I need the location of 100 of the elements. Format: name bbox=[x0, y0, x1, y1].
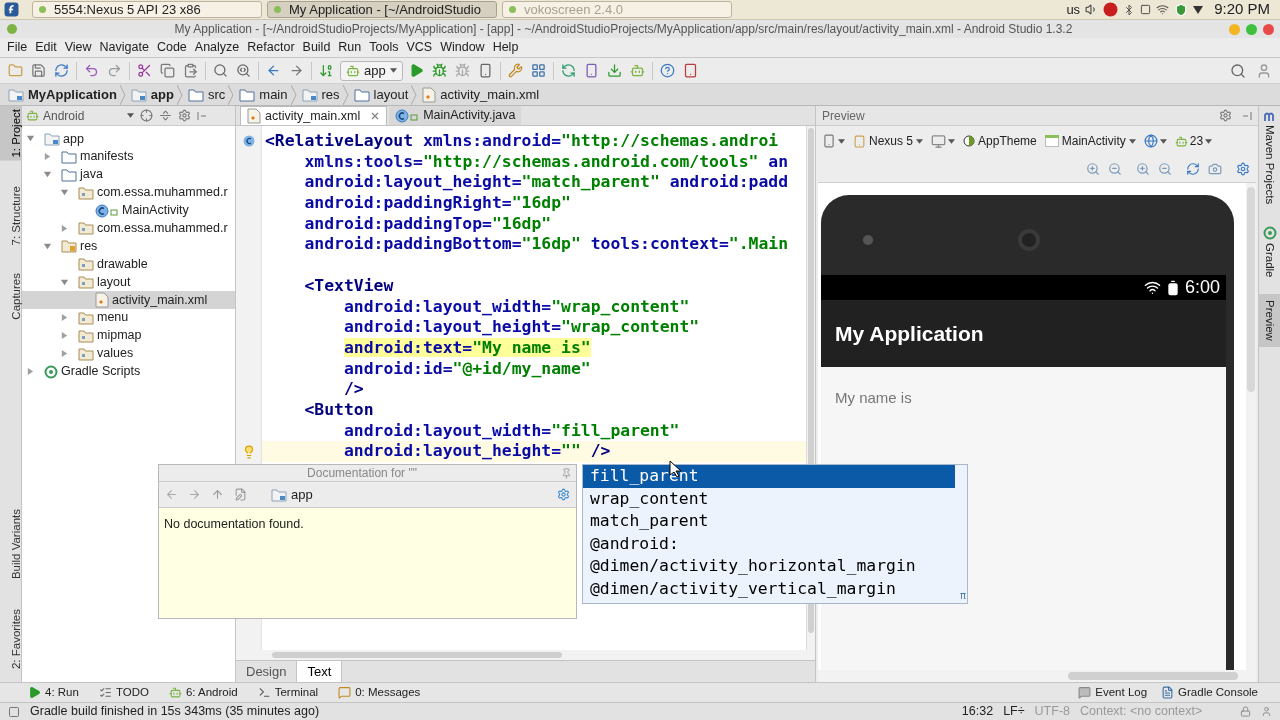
editor-mode-tab[interactable]: Text bbox=[296, 661, 343, 682]
hide-panel-icon[interactable] bbox=[1242, 110, 1252, 121]
settings-icon[interactable] bbox=[178, 109, 191, 122]
inspector-icon[interactable] bbox=[1261, 706, 1272, 717]
theme-button[interactable]: AppTheme bbox=[963, 132, 1037, 150]
bug-icon[interactable] bbox=[454, 63, 470, 78]
locale-button[interactable] bbox=[1143, 134, 1167, 148]
zoom-in-icon[interactable] bbox=[1136, 162, 1150, 176]
menu-bar-entry[interactable]: File bbox=[3, 38, 32, 57]
tool-window-tab[interactable]: Build Variants bbox=[0, 505, 21, 582]
menu-bar-entry[interactable]: Window bbox=[436, 38, 489, 57]
android-icon[interactable] bbox=[629, 63, 645, 78]
search-icon[interactable] bbox=[1230, 62, 1246, 79]
sync-icon[interactable] bbox=[560, 63, 576, 78]
menu-bar-entry[interactable]: Navigate bbox=[95, 38, 153, 57]
fedora-logo-icon[interactable] bbox=[4, 2, 19, 17]
caret-position[interactable]: 16:32 bbox=[961, 702, 994, 720]
completion-item[interactable]: fill_parent bbox=[583, 465, 955, 488]
phone-icon[interactable] bbox=[583, 63, 599, 78]
taskbar-window-button[interactable]: My Application - [~/AndroidStudio bbox=[267, 1, 497, 18]
tablet-icon[interactable] bbox=[682, 63, 698, 78]
breadcrumb-item[interactable]: res bbox=[301, 84, 340, 105]
phone-icon[interactable] bbox=[477, 63, 493, 78]
api-level-dropdown[interactable]: 23 bbox=[1174, 132, 1213, 150]
cut-icon[interactable] bbox=[137, 63, 152, 78]
menu-bar-entry[interactable]: Code bbox=[152, 38, 191, 57]
lock-icon[interactable] bbox=[1240, 706, 1251, 717]
menu-bar-entry[interactable]: Build bbox=[298, 38, 335, 57]
menu-bar-entry[interactable]: Analyze bbox=[190, 38, 244, 57]
collapsed-arrow-icon[interactable] bbox=[60, 313, 69, 323]
back-icon[interactable] bbox=[165, 488, 178, 501]
refresh-icon[interactable] bbox=[1186, 162, 1200, 176]
forward-icon[interactable] bbox=[188, 488, 201, 501]
line-separator[interactable]: LF÷ bbox=[1003, 702, 1025, 720]
search-icon[interactable] bbox=[213, 63, 228, 78]
menu-bar-entry[interactable]: View bbox=[60, 38, 96, 57]
tool-window-tab[interactable]: Gradle bbox=[1259, 220, 1280, 284]
tool-window-button[interactable]: Event Log bbox=[1078, 683, 1148, 702]
bug-icon[interactable] bbox=[431, 63, 447, 78]
tree-item[interactable]: mipmap bbox=[22, 326, 235, 345]
tree-item[interactable]: com.essa.muhammed.r bbox=[22, 219, 235, 238]
breadcrumb-item[interactable]: layout bbox=[353, 84, 409, 105]
collapse-icon[interactable] bbox=[159, 109, 172, 122]
breadcrumb-item[interactable]: activity_main.xml bbox=[422, 84, 540, 105]
menu-bar-entry[interactable]: Run bbox=[334, 38, 366, 57]
settings-icon[interactable] bbox=[1236, 162, 1250, 176]
orientation-button[interactable] bbox=[931, 133, 956, 149]
tool-window-button[interactable]: TODO bbox=[98, 683, 149, 702]
wifi-icon[interactable] bbox=[1156, 3, 1170, 16]
tree-item[interactable]: layout bbox=[22, 273, 235, 291]
completion-item[interactable]: @android: bbox=[583, 532, 955, 556]
menu-bar-entry[interactable]: Edit bbox=[31, 38, 61, 57]
pin-icon[interactable] bbox=[561, 467, 572, 479]
locate-icon[interactable] bbox=[140, 109, 153, 122]
tool-window-tab[interactable]: Captures bbox=[0, 270, 21, 323]
forward-icon[interactable] bbox=[289, 63, 304, 78]
settings-icon[interactable] bbox=[557, 488, 570, 501]
breadcrumb-item[interactable]: main bbox=[239, 84, 288, 105]
camera-icon[interactable] bbox=[1208, 162, 1222, 176]
shield-icon[interactable] bbox=[1174, 2, 1189, 17]
download-icon[interactable] bbox=[606, 63, 622, 78]
tool-windows-icon[interactable] bbox=[8, 705, 20, 718]
maximize-button[interactable] bbox=[1246, 23, 1257, 35]
zoom-out-icon[interactable] bbox=[1158, 162, 1172, 176]
corner-glyph[interactable]: π bbox=[959, 589, 966, 602]
expanded-arrow-icon[interactable] bbox=[60, 188, 69, 198]
tree-item[interactable]: java bbox=[22, 165, 235, 184]
sync-icon[interactable] bbox=[54, 63, 69, 78]
tree-item[interactable]: com.essa.muhammed.r bbox=[22, 183, 235, 202]
tool-window-tab[interactable]: Preview bbox=[1259, 293, 1280, 347]
completion-item[interactable]: match_parent bbox=[583, 510, 955, 533]
device-dropdown[interactable]: Nexus 5 bbox=[853, 132, 924, 150]
tree-item[interactable]: values bbox=[22, 344, 235, 363]
expanded-arrow-icon[interactable] bbox=[43, 170, 52, 180]
taskbar-window-button[interactable]: 5554:Nexus 5 API 23 x86 bbox=[32, 1, 262, 18]
expanded-arrow-icon[interactable] bbox=[43, 241, 52, 251]
tree-item[interactable]: drawable bbox=[22, 255, 235, 274]
replace-icon[interactable] bbox=[236, 63, 251, 78]
copy-icon[interactable] bbox=[160, 63, 175, 78]
zoom-actual-icon[interactable] bbox=[1108, 162, 1122, 176]
tool-window-button[interactable]: Gradle Console bbox=[1161, 683, 1258, 702]
close-tab-icon[interactable] bbox=[370, 111, 381, 121]
tree-item[interactable]: menu bbox=[22, 308, 235, 327]
edit-source-icon[interactable] bbox=[234, 488, 247, 501]
breadcrumb-item[interactable]: app bbox=[130, 84, 174, 105]
tree-item[interactable]: app bbox=[22, 130, 235, 148]
make-icon[interactable] bbox=[319, 63, 334, 78]
menu-bar-entry[interactable]: Tools bbox=[365, 38, 403, 57]
tree-item[interactable]: MainActivity bbox=[22, 201, 235, 220]
completion-item[interactable]: wrap_content bbox=[583, 487, 955, 511]
keyboard-layout-indicator[interactable]: us bbox=[1066, 0, 1081, 20]
collapsed-arrow-icon[interactable] bbox=[60, 223, 69, 233]
tool-window-button[interactable]: Terminal bbox=[257, 683, 319, 702]
tree-item[interactable]: activity_main.xml bbox=[22, 291, 235, 309]
record-icon[interactable] bbox=[1103, 2, 1119, 17]
help-icon[interactable] bbox=[659, 63, 675, 78]
editor-tab[interactable]: MainActivity.java bbox=[389, 106, 522, 125]
save-icon[interactable] bbox=[31, 63, 46, 78]
tool-window-button[interactable]: 6: Android bbox=[168, 683, 238, 702]
undo-icon[interactable] bbox=[84, 63, 99, 78]
